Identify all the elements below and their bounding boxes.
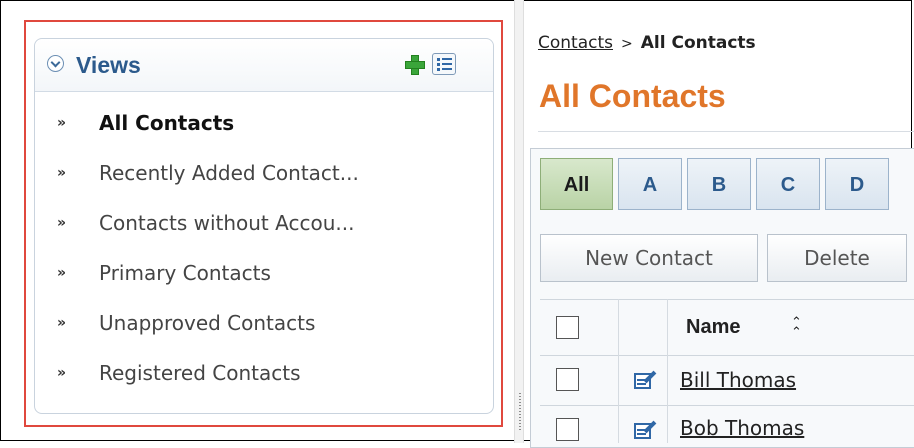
panel-splitter[interactable] xyxy=(514,0,524,443)
views-title: Views xyxy=(76,52,141,78)
letter-tab-d[interactable]: D xyxy=(825,158,889,210)
contact-name-link[interactable]: Bill Thomas xyxy=(680,368,796,392)
bullet-icon: » xyxy=(57,165,67,181)
contact-name-link[interactable]: Bob Thomas xyxy=(680,416,804,440)
letter-tab-a[interactable]: A xyxy=(618,158,682,210)
view-item-label[interactable]: Recently Added Contact... xyxy=(99,161,359,185)
collapse-chevron-icon[interactable] xyxy=(47,55,64,72)
sort-ascending-icon[interactable]: ⌃ ⌃ xyxy=(791,316,802,339)
letter-tab-c[interactable]: C xyxy=(756,158,820,210)
breadcrumb: Contacts > All Contacts xyxy=(538,33,756,53)
view-item-label[interactable]: Contacts without Accou... xyxy=(99,211,354,235)
select-all-checkbox[interactable] xyxy=(556,316,579,339)
row-checkbox[interactable] xyxy=(556,368,579,391)
bullet-icon: » xyxy=(57,115,67,131)
views-panel: Views » All Contacts » Recently Added Co… xyxy=(34,38,494,414)
edit-icon[interactable] xyxy=(634,420,657,440)
name-column-header[interactable]: Name xyxy=(686,316,740,339)
bullet-icon: » xyxy=(57,265,67,281)
new-contact-button[interactable]: New Contact xyxy=(540,234,758,282)
edit-icon[interactable] xyxy=(634,370,657,390)
grid-header-bottom-rule xyxy=(540,355,914,356)
grid-header-top-rule xyxy=(540,299,914,300)
manage-views-list-icon[interactable] xyxy=(432,53,456,75)
breadcrumb-current: All Contacts xyxy=(640,33,756,53)
letter-tab-all[interactable]: All xyxy=(540,158,613,210)
views-header: Views xyxy=(35,39,493,92)
view-item-label[interactable]: Registered Contacts xyxy=(99,361,301,385)
delete-button[interactable]: Delete xyxy=(767,234,907,282)
view-item-label[interactable]: Unapproved Contacts xyxy=(99,311,315,335)
column-divider xyxy=(667,299,668,443)
column-divider xyxy=(618,299,619,443)
breadcrumb-contacts-link[interactable]: Contacts xyxy=(538,33,613,53)
splitter-grip-icon[interactable] xyxy=(519,393,521,431)
grid-row-rule xyxy=(540,405,914,406)
title-divider xyxy=(538,131,914,132)
breadcrumb-separator: > xyxy=(621,36,633,52)
bullet-icon: » xyxy=(57,365,67,381)
bullet-icon: » xyxy=(57,315,67,331)
add-view-plus-icon[interactable] xyxy=(405,55,425,75)
bullet-icon: » xyxy=(57,215,67,231)
letter-tab-b[interactable]: B xyxy=(687,158,751,210)
row-checkbox[interactable] xyxy=(556,418,579,441)
view-item-label[interactable]: Primary Contacts xyxy=(99,261,271,285)
view-item-label[interactable]: All Contacts xyxy=(99,111,234,135)
page-title: All Contacts xyxy=(539,78,726,114)
